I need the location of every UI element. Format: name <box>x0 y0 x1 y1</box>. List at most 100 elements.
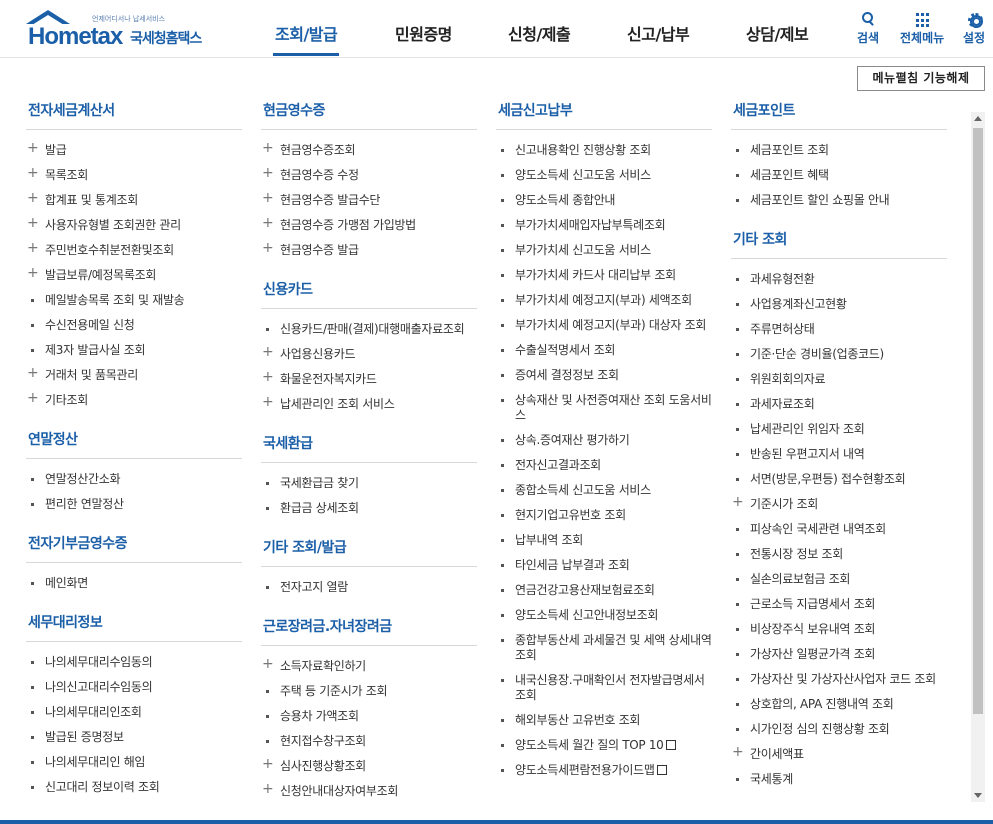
menu-item[interactable]: 연금건강고용산재보험료조회 <box>496 578 712 603</box>
menu-item[interactable]: 양도소득세 신고도움 서비스 <box>496 163 712 188</box>
menu-item[interactable]: 위원회회의자료 <box>731 367 947 392</box>
expandable-menu-item[interactable]: 목록조회 <box>26 163 242 188</box>
section-title[interactable]: 세금포인트 <box>731 92 947 130</box>
section-title[interactable]: 국세환급 <box>261 425 477 463</box>
scroll-down-arrow-icon[interactable] <box>971 788 985 802</box>
menu-item[interactable]: 현지기업고유번호 조회 <box>496 503 712 528</box>
menu-item[interactable]: 전자신고결과조회 <box>496 453 712 478</box>
all-menu-button[interactable]: 전체메뉴 <box>900 10 944 46</box>
section-title[interactable]: 신용카드 <box>261 271 477 309</box>
expandable-menu-item[interactable]: 거래처 및 품목관리 <box>26 363 242 388</box>
menu-item[interactable]: 타인세금 납부결과 조회 <box>496 553 712 578</box>
menu-item[interactable]: 근로소득 지급명세서 조회 <box>731 592 947 617</box>
expandable-menu-item[interactable]: 현금영수증 가맹점 가입방법 <box>261 213 477 238</box>
menu-item[interactable]: 양도소득세 신고안내정보조회 <box>496 603 712 628</box>
menu-item[interactable]: 세금포인트 조회 <box>731 138 947 163</box>
menu-item[interactable]: 세금포인트 할인 쇼핑몰 안내 <box>731 188 947 213</box>
menu-item[interactable]: 납세관리인 위임자 조회 <box>731 417 947 442</box>
expandable-menu-item[interactable]: 간이세액표 <box>731 742 947 767</box>
menu-item[interactable]: 신용카드/판매(결제)대행매출자료조회 <box>261 317 477 342</box>
gnb-tab-certificate[interactable]: 민원증명 <box>395 21 452 45</box>
menu-item[interactable]: 메인화면 <box>26 571 242 596</box>
menu-item[interactable]: 나의세무대리인조회 <box>26 700 242 725</box>
menu-item[interactable]: 나의세무대리수임동의 <box>26 650 242 675</box>
menu-item[interactable]: 현지접수창구조회 <box>261 729 477 754</box>
expandable-menu-item[interactable]: 화물운전자복지카드 <box>261 367 477 392</box>
section-title[interactable]: 세무대리정보 <box>26 604 242 642</box>
menu-item[interactable]: 메일발송목록 조회 및 재발송 <box>26 288 242 313</box>
menu-item[interactable]: 증여세 결정정보 조회 <box>496 363 712 388</box>
menu-item[interactable]: 수신전용메일 신청 <box>26 313 242 338</box>
menu-item[interactable]: 전통시장 정보 조회 <box>731 542 947 567</box>
menu-expand-toggle-button[interactable]: 메뉴펼침 기능해제 <box>857 66 985 91</box>
menu-item[interactable]: 내국신용장.구매확인서 전자발급명세서 조회 <box>496 668 712 708</box>
menu-item[interactable]: 상속재산 및 사전증여재산 조회 도움서비스 <box>496 388 712 428</box>
expandable-menu-item[interactable]: 심사진행상황조회 <box>261 754 477 779</box>
menu-item[interactable]: 주류면허상태 <box>731 317 947 342</box>
gnb-tab-consult[interactable]: 상담/제보 <box>746 21 809 45</box>
menu-item[interactable]: 상호합의, APA 진행내역 조회 <box>731 692 947 717</box>
menu-item[interactable]: 기준·단순 경비율(업종코드) <box>731 342 947 367</box>
menu-item[interactable]: 전자고지 열람 <box>261 575 477 600</box>
expandable-menu-item[interactable]: 합계표 및 통계조회 <box>26 188 242 213</box>
menu-item[interactable]: 주택 등 기준시가 조회 <box>261 679 477 704</box>
menu-item[interactable]: 부가가치세 예정고지(부과) 세액조회 <box>496 288 712 313</box>
hometax-logo[interactable]: 언제어디서나 납세서비스 Hometax 국세청홈택스 <box>26 10 212 50</box>
menu-item[interactable]: 제3자 발급사실 조회 <box>26 338 242 363</box>
menu-item[interactable]: 부가가치세 신고도움 서비스 <box>496 238 712 263</box>
menu-item[interactable]: 사업용계좌신고현황 <box>731 292 947 317</box>
menu-item[interactable]: 양도소득세 종합안내 <box>496 188 712 213</box>
expandable-menu-item[interactable]: 현금영수증조회 <box>261 138 477 163</box>
gnb-tab-report[interactable]: 신고/납부 <box>627 21 690 45</box>
section-title[interactable]: 현금영수증 <box>261 92 477 130</box>
menu-item[interactable]: 상속.증여재산 평가하기 <box>496 428 712 453</box>
section-title[interactable]: 세금신고납부 <box>496 92 712 130</box>
scrollbar-thumb[interactable] <box>973 128 983 714</box>
expandable-menu-item[interactable]: 사용자유형별 조회권한 관리 <box>26 213 242 238</box>
expandable-menu-item[interactable]: 기준시가 조회 <box>731 492 947 517</box>
expandable-menu-item[interactable]: 기타조회 <box>26 388 242 413</box>
menu-item[interactable]: 양도소득세편람전용가이드맵 <box>496 758 712 783</box>
menu-item[interactable]: 비상장주식 보유내역 조회 <box>731 617 947 642</box>
menu-item[interactable]: 국세환급금 찾기 <box>261 471 477 496</box>
gnb-tab-application[interactable]: 신청/제출 <box>508 21 571 45</box>
menu-item[interactable]: 납부내역 조회 <box>496 528 712 553</box>
settings-button[interactable]: 설정 <box>963 10 985 46</box>
expandable-menu-item[interactable]: 발급보류/예정목록조회 <box>26 263 242 288</box>
menu-item[interactable]: 발급된 증명정보 <box>26 725 242 750</box>
menu-item[interactable]: 과세유형전환 <box>731 267 947 292</box>
vertical-scrollbar[interactable] <box>971 112 985 802</box>
menu-item[interactable]: 종합부동산세 과세물건 및 세액 상세내역 조회 <box>496 628 712 668</box>
menu-item[interactable]: 신고내용확인 진행상황 조회 <box>496 138 712 163</box>
section-title[interactable]: 근로장려금.자녀장려금 <box>261 608 477 646</box>
expandable-menu-item[interactable]: 주민번호수취분전환및조회 <box>26 238 242 263</box>
menu-item[interactable]: 편리한 연말정산 <box>26 492 242 517</box>
menu-item[interactable]: 실손의료보험금 조회 <box>731 567 947 592</box>
menu-item[interactable]: 부가가치세 카드사 대리납부 조회 <box>496 263 712 288</box>
expandable-menu-item[interactable]: 납세관리인 조회 서비스 <box>261 392 477 417</box>
menu-item[interactable]: 시가인정 심의 진행상황 조회 <box>731 717 947 742</box>
section-title[interactable]: 전자기부금영수증 <box>26 525 242 563</box>
menu-item[interactable]: 나의신고대리수임동의 <box>26 675 242 700</box>
expandable-menu-item[interactable]: 현금영수증 발급수단 <box>261 188 477 213</box>
expandable-menu-item[interactable]: 신청안내대상자여부조회 <box>261 779 477 802</box>
section-title[interactable]: 기타 조회 <box>731 221 947 259</box>
menu-item[interactable]: 서면(방문,우편등) 접수현황조회 <box>731 467 947 492</box>
menu-item[interactable]: 과세자료조회 <box>731 392 947 417</box>
menu-item[interactable]: 부가가치세 예정고지(부과) 대상자 조회 <box>496 313 712 338</box>
expandable-menu-item[interactable]: 발급 <box>26 138 242 163</box>
menu-item[interactable]: 세금포인트 혜택 <box>731 163 947 188</box>
menu-item[interactable]: 연말정산간소화 <box>26 467 242 492</box>
menu-item[interactable]: 해외부동산 고유번호 조회 <box>496 708 712 733</box>
gnb-tab-inquiry[interactable]: 조회/발급 <box>275 21 338 45</box>
menu-item[interactable]: 승용차 가액조회 <box>261 704 477 729</box>
menu-item[interactable]: 양도소득세 월간 질의 TOP 10 <box>496 733 712 758</box>
section-title[interactable]: 기타 조회/발급 <box>261 529 477 567</box>
section-title[interactable]: 전자세금계산서 <box>26 92 242 130</box>
menu-item[interactable]: 피상속인 국세관련 내역조회 <box>731 517 947 542</box>
menu-item[interactable]: 부가가치세매입자납부특례조회 <box>496 213 712 238</box>
search-button[interactable]: 검색 <box>857 10 879 46</box>
expandable-menu-item[interactable]: 사업용신용카드 <box>261 342 477 367</box>
menu-item[interactable]: 종합소득세 신고도움 서비스 <box>496 478 712 503</box>
menu-item[interactable]: 국세통계 <box>731 767 947 792</box>
